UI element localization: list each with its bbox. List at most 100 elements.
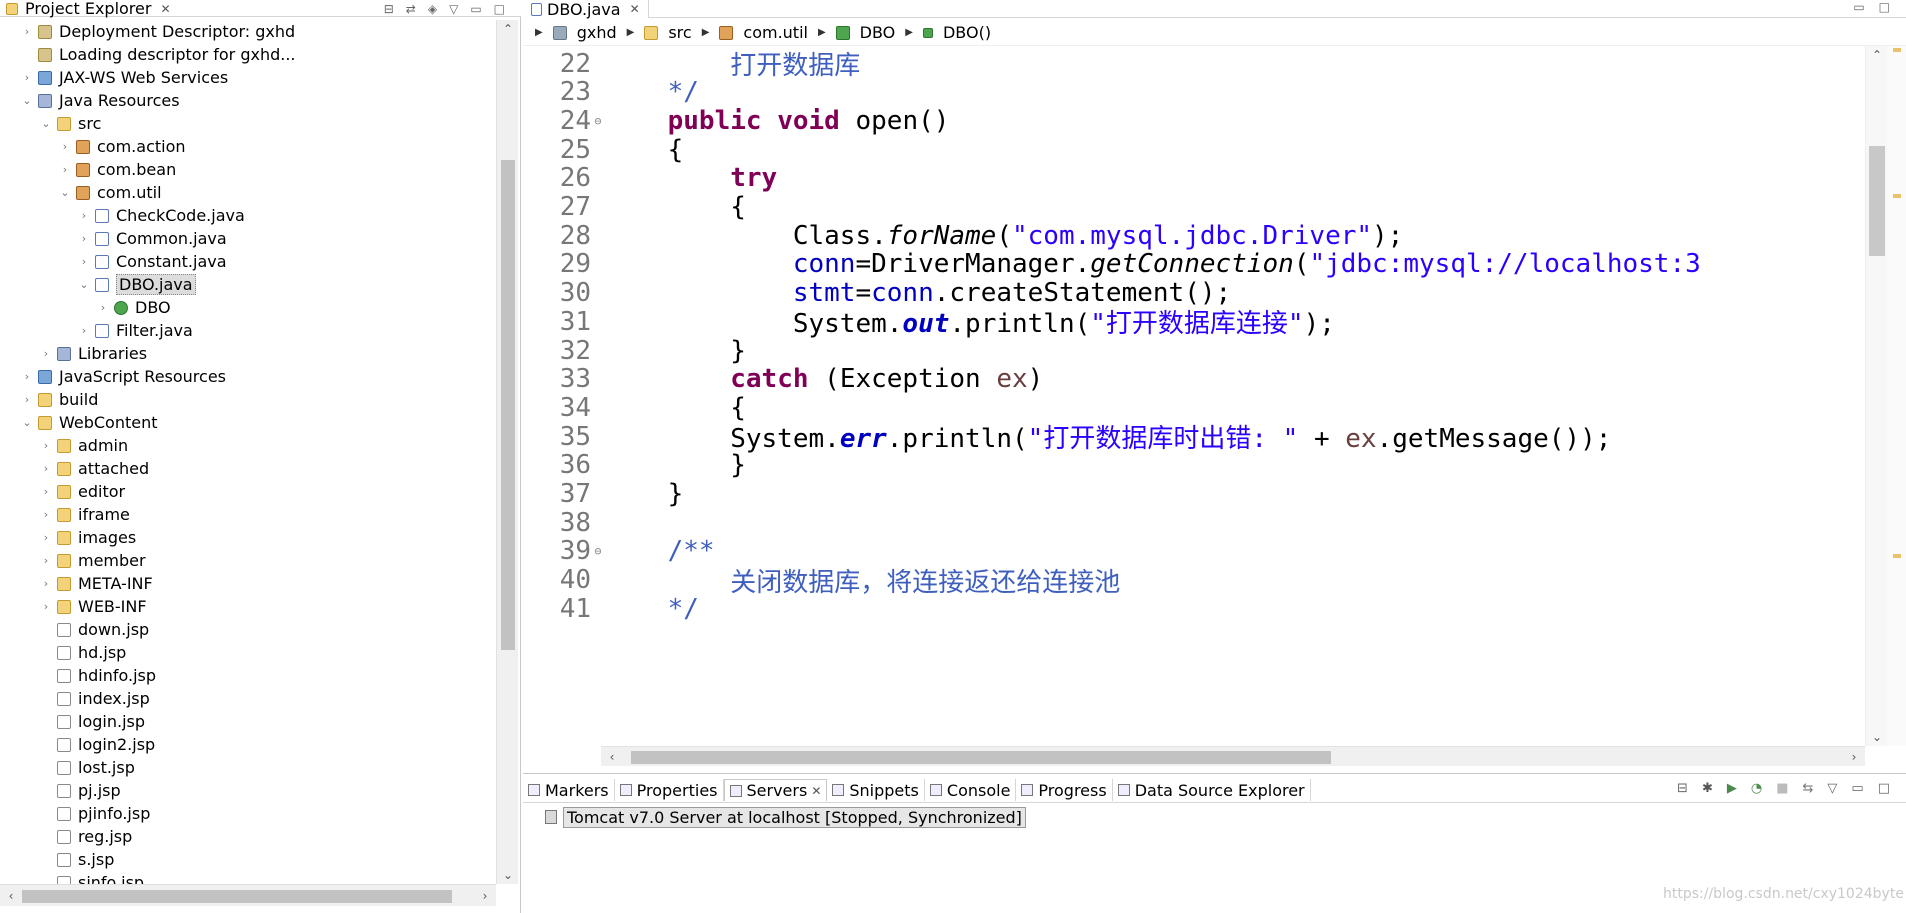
tree-item[interactable]: index.jsp	[0, 687, 150, 710]
tree-item[interactable]: login2.jsp	[0, 733, 155, 756]
tree-item[interactable]: › com.action	[0, 135, 186, 158]
view-menu-icon[interactable]: ▽	[449, 2, 458, 16]
tree-item[interactable]: hdinfo.jsp	[0, 664, 156, 687]
tree-item[interactable]: › editor	[0, 480, 125, 503]
collapsed-arrow-icon[interactable]: ›	[39, 600, 53, 613]
tree-item[interactable]: lost.jsp	[0, 756, 135, 779]
scroll-right-arrow-icon[interactable]: ›	[474, 887, 496, 905]
tree-item[interactable]: › Libraries	[0, 342, 147, 365]
collapsed-arrow-icon[interactable]: ›	[20, 370, 34, 383]
scroll-right-arrow-icon[interactable]: ›	[1843, 748, 1865, 766]
collapsed-arrow-icon[interactable]: ›	[77, 232, 91, 245]
focus-icon[interactable]: ◈	[428, 2, 437, 16]
tree-item[interactable]: login.jsp	[0, 710, 145, 733]
ruler-marker[interactable]	[1893, 194, 1901, 198]
editor-vertical-scroll-thumb[interactable]	[1869, 146, 1885, 256]
minimize-icon[interactable]: ▭	[470, 2, 481, 16]
tree-item[interactable]: › attached	[0, 457, 149, 480]
expanded-arrow-icon[interactable]: ⌄	[58, 186, 72, 199]
collapsed-arrow-icon[interactable]: ›	[58, 163, 72, 176]
debug-server-icon[interactable]: ✱	[1702, 781, 1713, 796]
tree-item[interactable]: › build	[0, 388, 99, 411]
tree-item[interactable]: › Constant.java	[0, 250, 227, 273]
tree-item[interactable]: reg.jsp	[0, 825, 132, 848]
collapsed-arrow-icon[interactable]: ›	[39, 577, 53, 590]
scroll-left-arrow-icon[interactable]: ‹	[0, 887, 22, 905]
maximize-icon[interactable]: □	[1878, 781, 1890, 796]
collapsed-arrow-icon[interactable]: ›	[39, 439, 53, 452]
collapsed-arrow-icon[interactable]: ›	[20, 71, 34, 84]
tab-data-source-explorer[interactable]: Data Source Explorer	[1113, 779, 1311, 801]
maximize-icon[interactable]: □	[1879, 0, 1890, 14]
tree-item[interactable]: hd.jsp	[0, 641, 126, 664]
collapsed-arrow-icon[interactable]: ›	[20, 393, 34, 406]
tree-item[interactable]: › iframe	[0, 503, 130, 526]
close-icon[interactable]: ✕	[811, 784, 821, 798]
tab-snippets[interactable]: Snippets	[827, 779, 925, 801]
collapsed-arrow-icon[interactable]: ›	[39, 554, 53, 567]
maximize-icon[interactable]: □	[494, 2, 505, 16]
editor-tab-dbo-java[interactable]: DBO.java ✕	[523, 0, 649, 19]
profile-server-icon[interactable]: ◔	[1751, 781, 1762, 796]
link-with-editor-icon[interactable]: ⇄	[406, 2, 416, 16]
scroll-up-arrow-icon[interactable]: ⌃	[1866, 46, 1888, 64]
collapsed-arrow-icon[interactable]: ›	[39, 485, 53, 498]
collapsed-arrow-icon[interactable]: ›	[58, 140, 72, 153]
breadcrumb-class[interactable]: DBO	[860, 23, 896, 42]
expanded-arrow-icon[interactable]: ⌄	[20, 94, 34, 107]
start-server-icon[interactable]: ▶	[1727, 781, 1737, 796]
collapse-all-icon[interactable]: ⊟	[1677, 781, 1688, 796]
editor-vertical-scrollbar[interactable]: ⌃ ⌄	[1865, 46, 1887, 746]
tree-item[interactable]: ⌄ WebContent	[0, 411, 157, 434]
close-icon[interactable]: ✕	[630, 2, 640, 16]
tree-item[interactable]: pjinfo.jsp	[0, 802, 150, 825]
tree-item[interactable]: sinfo.jsp	[0, 871, 144, 884]
tree-item[interactable]: › member	[0, 549, 146, 572]
expanded-arrow-icon[interactable]: ⌄	[39, 117, 53, 130]
tree-vertical-scrollbar[interactable]: ⌃ ⌄	[496, 20, 518, 884]
tree-item[interactable]: ⌄ DBO.java	[0, 273, 196, 296]
tree-item[interactable]: › WEB-INF	[0, 595, 147, 618]
tree-item[interactable]: pj.jsp	[0, 779, 121, 802]
fold-toggle-icon[interactable]: ⊖	[591, 114, 605, 128]
tree-item[interactable]: › images	[0, 526, 136, 549]
editor-horizontal-scrollbar[interactable]: ‹ ›	[601, 746, 1865, 766]
tree-item[interactable]: ⌄ com.util	[0, 181, 161, 204]
view-menu-icon[interactable]: ▽	[1827, 781, 1837, 796]
tab-progress[interactable]: Progress	[1016, 779, 1113, 801]
tree-item[interactable]: › JAX-WS Web Services	[0, 66, 228, 89]
tree-item[interactable]: › com.bean	[0, 158, 176, 181]
breadcrumb-project[interactable]: gxhd	[577, 23, 617, 42]
tree-vertical-scroll-thumb[interactable]	[501, 160, 515, 650]
project-explorer-tab[interactable]: Project Explorer ✕	[0, 0, 177, 17]
tab-servers[interactable]: Servers ✕	[723, 779, 828, 801]
collapsed-arrow-icon[interactable]: ›	[39, 462, 53, 475]
tree-horizontal-scroll-thumb[interactable]	[22, 890, 452, 903]
tree-item[interactable]: › Deployment Descriptor: gxhd	[0, 20, 295, 43]
breadcrumb-method[interactable]: DBO()	[943, 23, 991, 42]
collapsed-arrow-icon[interactable]: ›	[77, 324, 91, 337]
collapsed-arrow-icon[interactable]: ›	[77, 209, 91, 222]
stop-server-icon[interactable]: ■	[1776, 781, 1788, 796]
collapsed-arrow-icon[interactable]: ›	[77, 255, 91, 268]
tree-item[interactable]: › admin	[0, 434, 128, 457]
close-icon[interactable]: ✕	[160, 1, 170, 17]
ruler-marker[interactable]	[1893, 554, 1901, 558]
breadcrumb-src[interactable]: src	[668, 23, 691, 42]
collapsed-arrow-icon[interactable]: ›	[39, 508, 53, 521]
tab-markers[interactable]: Markers	[523, 779, 615, 801]
ruler-marker[interactable]	[1893, 48, 1901, 52]
publish-icon[interactable]: ⇆	[1803, 781, 1814, 796]
scroll-up-arrow-icon[interactable]: ⌃	[497, 20, 519, 38]
expanded-arrow-icon[interactable]: ⌄	[20, 416, 34, 429]
collapsed-arrow-icon[interactable]: ›	[20, 25, 34, 38]
collapse-all-icon[interactable]: ⊟	[384, 2, 394, 16]
minimize-icon[interactable]: ▭	[1851, 781, 1863, 796]
scroll-left-arrow-icon[interactable]: ‹	[601, 748, 623, 766]
tree-item[interactable]: › JavaScript Resources	[0, 365, 226, 388]
tree-item[interactable]: › CheckCode.java	[0, 204, 245, 227]
tree-item[interactable]: › DBO	[0, 296, 171, 319]
breadcrumb-package[interactable]: com.util	[743, 23, 808, 42]
server-list-item[interactable]: Tomcat v7.0 Server at localhost [Stopped…	[545, 806, 1026, 828]
tree-item[interactable]: Loading descriptor for gxhd...	[0, 43, 296, 66]
